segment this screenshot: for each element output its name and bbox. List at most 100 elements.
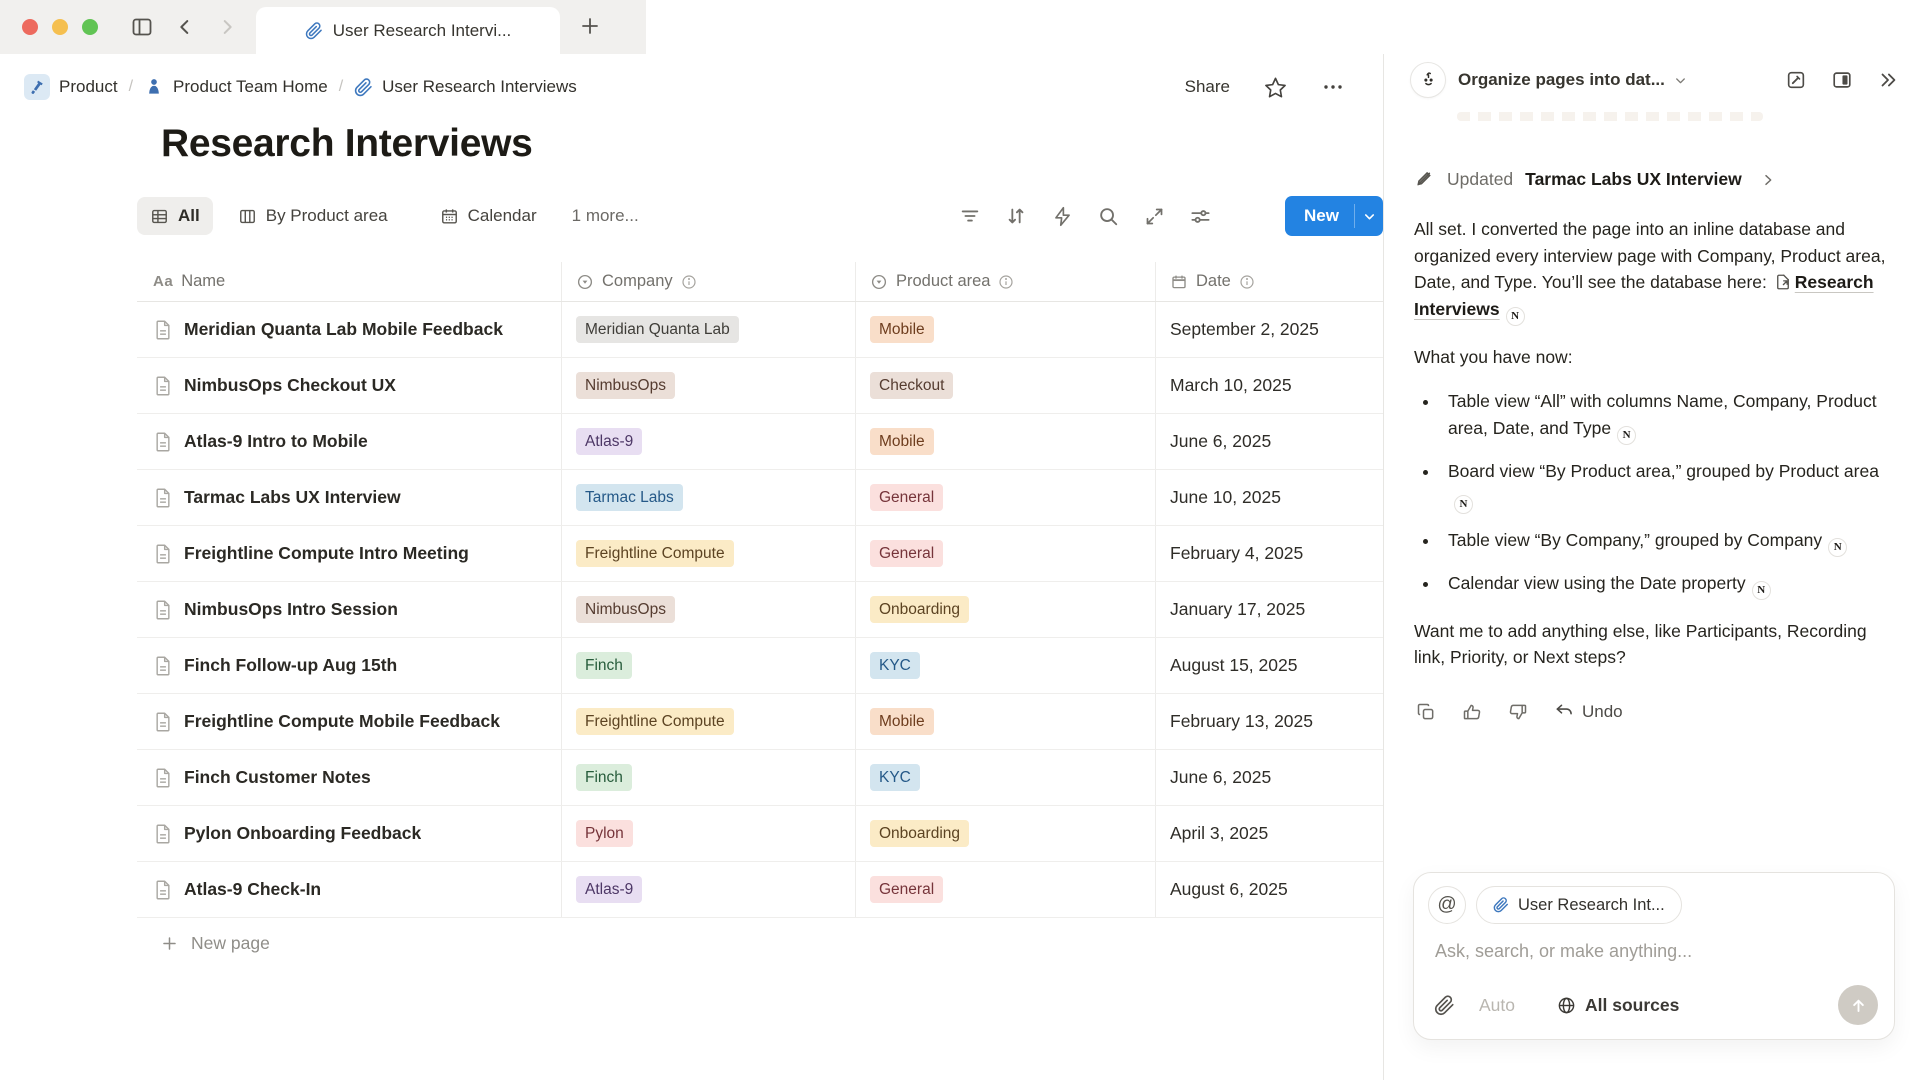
row-company-cell[interactable]: Pylon <box>561 806 855 861</box>
favorite-star-icon[interactable] <box>1264 76 1287 99</box>
filter-icon[interactable] <box>957 203 983 229</box>
row-product-area-cell[interactable]: General <box>855 470 1155 525</box>
row-date-cell[interactable]: February 13, 2025 <box>1155 694 1380 749</box>
row-company-cell[interactable]: Finch <box>561 750 855 805</box>
table-row[interactable]: Freightline Compute Mobile FeedbackFreig… <box>137 694 1383 750</box>
thumbs-up-icon[interactable] <box>1462 702 1482 722</box>
browser-tab[interactable]: User Research Intervi... <box>256 7 560 54</box>
mention-at-button[interactable]: @ <box>1428 886 1466 924</box>
column-header-company[interactable]: Company <box>561 262 855 301</box>
breadcrumb-item-product[interactable]: Product <box>24 74 118 100</box>
table-row[interactable]: Finch Customer NotesFinchKYCJune 6, 2025 <box>137 750 1383 806</box>
row-name-cell[interactable]: Finch Customer Notes <box>137 750 561 805</box>
row-product-area-cell[interactable]: General <box>855 862 1155 917</box>
breadcrumb-item-team-home[interactable]: Product Team Home <box>144 77 328 97</box>
copy-icon[interactable] <box>1416 702 1436 722</box>
ai-updated-page-row[interactable]: Updated Tarmac Labs UX Interview <box>1414 169 1776 190</box>
send-button[interactable] <box>1838 985 1878 1025</box>
row-product-area-cell[interactable]: Mobile <box>855 414 1155 469</box>
close-window-button[interactable] <box>22 19 38 35</box>
minimize-window-button[interactable] <box>52 19 68 35</box>
ai-composer[interactable]: @ User Research Int... Ask, search, or m… <box>1413 872 1895 1040</box>
context-page-pill[interactable]: User Research Int... <box>1476 886 1682 924</box>
undo-button[interactable]: Undo <box>1554 702 1623 722</box>
row-date-cell[interactable]: June 6, 2025 <box>1155 414 1380 469</box>
row-product-area-cell[interactable]: Mobile <box>855 694 1155 749</box>
back-icon[interactable] <box>174 16 196 38</box>
row-name-cell[interactable]: NimbusOps Intro Session <box>137 582 561 637</box>
row-company-cell[interactable]: Freightline Compute <box>561 694 855 749</box>
row-name-cell[interactable]: Pylon Onboarding Feedback <box>137 806 561 861</box>
new-page-button[interactable]: New page <box>160 918 1383 968</box>
row-product-area-cell[interactable]: KYC <box>855 750 1155 805</box>
all-sources-selector[interactable]: All sources <box>1557 995 1679 1016</box>
table-row[interactable]: NimbusOps Checkout UXNimbusOpsCheckoutMa… <box>137 358 1383 414</box>
row-product-area-cell[interactable]: Mobile <box>855 302 1155 357</box>
row-company-cell[interactable]: Freightline Compute <box>561 526 855 581</box>
table-row[interactable]: Meridian Quanta Lab Mobile FeedbackMerid… <box>137 302 1383 358</box>
table-row[interactable]: Atlas-9 Intro to MobileAtlas-9MobileJune… <box>137 414 1383 470</box>
row-name-cell[interactable]: Finch Follow-up Aug 15th <box>137 638 561 693</box>
row-company-cell[interactable]: Atlas-9 <box>561 414 855 469</box>
table-row[interactable]: Atlas-9 Check-InAtlas-9GeneralAugust 6, … <box>137 862 1383 918</box>
row-product-area-cell[interactable]: Onboarding <box>855 806 1155 861</box>
row-name-cell[interactable]: Tarmac Labs UX Interview <box>137 470 561 525</box>
share-button[interactable]: Share <box>1185 77 1230 97</box>
row-date-cell[interactable]: September 2, 2025 <box>1155 302 1380 357</box>
ai-thread-title[interactable]: Organize pages into dat... <box>1458 70 1665 90</box>
column-header-name[interactable]: Aa Name <box>137 262 561 301</box>
table-row[interactable]: Freightline Compute Intro MeetingFreight… <box>137 526 1383 582</box>
row-company-cell[interactable]: Tarmac Labs <box>561 470 855 525</box>
thumbs-down-icon[interactable] <box>1508 702 1528 722</box>
notion-page-badge-icon[interactable]: N <box>1828 538 1847 557</box>
model-auto-selector[interactable]: Auto <box>1479 995 1515 1016</box>
row-date-cell[interactable]: April 3, 2025 <box>1155 806 1380 861</box>
row-name-cell[interactable]: Freightline Compute Intro Meeting <box>137 526 561 581</box>
table-row[interactable]: Pylon Onboarding FeedbackPylonOnboarding… <box>137 806 1383 862</box>
row-date-cell[interactable]: February 4, 2025 <box>1155 526 1380 581</box>
row-date-cell[interactable]: June 6, 2025 <box>1155 750 1380 805</box>
row-product-area-cell[interactable]: Checkout <box>855 358 1155 413</box>
row-company-cell[interactable]: NimbusOps <box>561 358 855 413</box>
more-views-button[interactable]: 1 more... <box>572 206 639 226</box>
view-tab-by-product-area[interactable]: By Product area <box>225 197 401 235</box>
zoom-window-button[interactable] <box>82 19 98 35</box>
notion-page-badge-icon[interactable]: N <box>1454 495 1473 514</box>
row-name-cell[interactable]: Meridian Quanta Lab Mobile Feedback <box>137 302 561 357</box>
notion-page-badge-icon[interactable]: N <box>1752 581 1771 600</box>
row-date-cell[interactable]: June 10, 2025 <box>1155 470 1380 525</box>
row-product-area-cell[interactable]: General <box>855 526 1155 581</box>
row-name-cell[interactable]: Atlas-9 Check-In <box>137 862 561 917</box>
row-company-cell[interactable]: Atlas-9 <box>561 862 855 917</box>
row-date-cell[interactable]: August 6, 2025 <box>1155 862 1380 917</box>
expand-icon[interactable] <box>1141 203 1167 229</box>
row-name-cell[interactable]: NimbusOps Checkout UX <box>137 358 561 413</box>
notion-page-badge-icon[interactable]: N <box>1617 426 1636 445</box>
row-date-cell[interactable]: January 17, 2025 <box>1155 582 1380 637</box>
open-in-side-panel-icon[interactable] <box>1831 69 1853 91</box>
row-company-cell[interactable]: Finch <box>561 638 855 693</box>
view-tab-calendar[interactable]: Calendar <box>427 197 550 235</box>
table-row[interactable]: Finch Follow-up Aug 15thFinchKYCAugust 1… <box>137 638 1383 694</box>
row-date-cell[interactable]: March 10, 2025 <box>1155 358 1380 413</box>
automation-lightning-icon[interactable] <box>1049 203 1075 229</box>
notion-page-badge-icon[interactable]: N <box>1506 307 1525 326</box>
row-company-cell[interactable]: NimbusOps <box>561 582 855 637</box>
new-button[interactable]: New <box>1285 196 1383 236</box>
column-header-date[interactable]: Date <box>1155 262 1380 301</box>
new-tab-icon[interactable] <box>578 14 602 38</box>
chevron-down-icon[interactable] <box>1673 73 1688 88</box>
row-company-cell[interactable]: Meridian Quanta Lab <box>561 302 855 357</box>
row-product-area-cell[interactable]: KYC <box>855 638 1155 693</box>
toggle-sidebar-icon[interactable] <box>130 15 154 39</box>
row-date-cell[interactable]: August 15, 2025 <box>1155 638 1380 693</box>
column-header-product-area[interactable]: Product area <box>855 262 1155 301</box>
row-product-area-cell[interactable]: Onboarding <box>855 582 1155 637</box>
collapse-panel-chevrons-icon[interactable] <box>1877 69 1899 91</box>
table-row[interactable]: NimbusOps Intro SessionNimbusOpsOnboardi… <box>137 582 1383 638</box>
new-dropdown-chevron-icon[interactable] <box>1355 209 1383 224</box>
breadcrumb-item-current-page[interactable]: User Research Interviews <box>354 77 577 97</box>
new-chat-compose-icon[interactable] <box>1785 69 1807 91</box>
table-row[interactable]: Tarmac Labs UX InterviewTarmac LabsGener… <box>137 470 1383 526</box>
more-options-icon[interactable] <box>1321 75 1345 99</box>
